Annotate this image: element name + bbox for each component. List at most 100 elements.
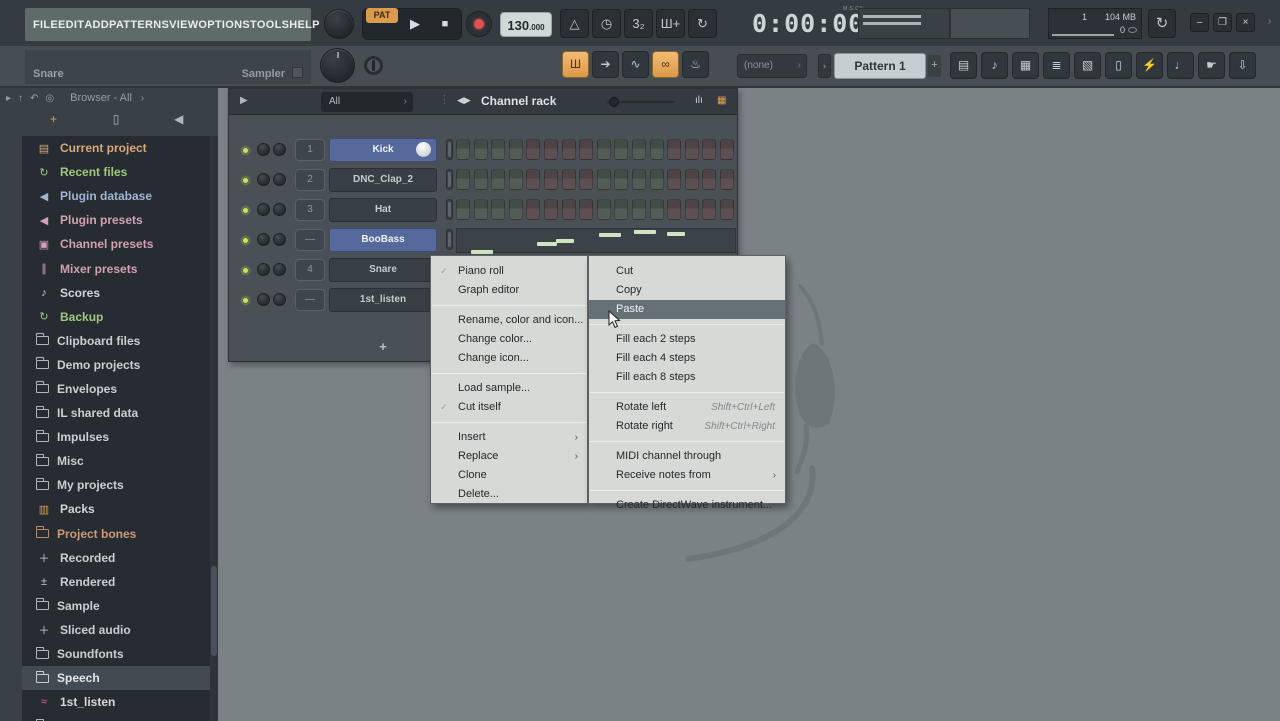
step-cell[interactable] xyxy=(544,169,558,190)
channel-name-button[interactable]: BooBass xyxy=(329,228,437,252)
step-cell[interactable] xyxy=(702,199,716,220)
browser-item-impulses[interactable]: Impulses xyxy=(22,425,210,449)
step-cell[interactable] xyxy=(685,199,699,220)
step-cell[interactable] xyxy=(509,199,523,220)
add-plus-icon[interactable]: + xyxy=(22,112,85,134)
file-icon[interactable]: ▯ xyxy=(85,112,148,134)
steps-menu-item-midi-channel-through[interactable]: MIDI channel through xyxy=(589,447,785,466)
step-cell[interactable] xyxy=(650,199,664,220)
browser-item-rendered[interactable]: ±Rendered xyxy=(22,570,210,594)
pattern-selector[interactable]: Pattern 1 xyxy=(834,53,926,79)
touch-controller-button[interactable]: ☛ xyxy=(1198,52,1225,79)
channel-rack-button[interactable]: ▦ xyxy=(1012,52,1039,79)
volume-knob[interactable] xyxy=(273,203,286,216)
channel-name-button[interactable]: DNC_Clap_2 xyxy=(329,168,437,192)
pan-knob[interactable] xyxy=(257,143,270,156)
browser-scrollbar[interactable] xyxy=(210,136,218,721)
browser-item-packs[interactable]: ▥Packs xyxy=(22,497,210,521)
channel-menu-item-replace[interactable]: Replace› xyxy=(431,447,587,466)
step-cell[interactable] xyxy=(491,139,505,160)
browser-item-recent-files[interactable]: ↻Recent files xyxy=(22,160,210,184)
mute-led[interactable] xyxy=(242,237,249,244)
pattern-add-button[interactable]: + xyxy=(928,55,941,77)
pattern-picker-arrow[interactable]: › xyxy=(818,54,831,78)
steps-menu-item-rotate-right[interactable]: Rotate rightShift+Ctrl+Right xyxy=(589,417,785,436)
step-cell[interactable] xyxy=(667,139,681,160)
menu-item-tools[interactable]: TOOLS xyxy=(250,19,289,31)
step-cell[interactable] xyxy=(597,199,611,220)
menu-item-patterns[interactable]: PATTERNS xyxy=(109,19,169,31)
volume-knob[interactable] xyxy=(273,173,286,186)
step-cell[interactable] xyxy=(614,199,628,220)
step-cell[interactable] xyxy=(456,199,470,220)
channel-number[interactable]: 4 xyxy=(295,259,325,281)
step-cell[interactable] xyxy=(614,169,628,190)
step-cell[interactable] xyxy=(456,169,470,190)
step-cell[interactable] xyxy=(526,169,540,190)
browser-item-sliced-audio[interactable]: ＋Sliced audio xyxy=(22,618,210,642)
play-button[interactable]: ▶ xyxy=(400,10,430,38)
steps-menu-item-paste[interactable]: Paste xyxy=(589,300,785,319)
step-cell[interactable] xyxy=(720,139,734,160)
channel-rack-header[interactable]: ▶ All› ⋮ ◀▶ Channel rack ılı ▦ xyxy=(229,89,737,115)
tuner-button[interactable]: ♩ xyxy=(1167,52,1194,79)
mute-led[interactable] xyxy=(242,177,249,184)
channel-mini-fader[interactable] xyxy=(446,139,453,160)
step-cell[interactable] xyxy=(720,199,734,220)
steps-menu-item-fill-each-2-steps[interactable]: Fill each 2 steps xyxy=(589,330,785,349)
browser-item-scores[interactable]: ♪Scores xyxy=(22,281,210,305)
channel-menu-item-piano-roll[interactable]: Piano roll✓ xyxy=(431,262,587,281)
step-cell[interactable] xyxy=(562,139,576,160)
channel-name-button[interactable]: Snare xyxy=(329,258,437,282)
browser-item-envelopes[interactable]: Envelopes xyxy=(22,377,210,401)
channel-display-panel[interactable]: Snare Sampler xyxy=(25,50,311,84)
channel-name-button[interactable]: Kick··· xyxy=(329,138,437,162)
countdown-button[interactable]: 3₂ xyxy=(624,9,653,38)
steps-menu-item-fill-each-8-steps[interactable]: Fill each 8 steps xyxy=(589,368,785,387)
blend-recording-button[interactable]: Ш+ xyxy=(656,9,685,38)
menu-item-options[interactable]: OPTIONS xyxy=(198,19,250,31)
channel-name-button[interactable]: 1st_listen xyxy=(329,288,437,312)
project-info-button[interactable]: ▯ xyxy=(1105,52,1132,79)
export-button[interactable]: ⇩ xyxy=(1229,52,1256,79)
step-cell[interactable] xyxy=(526,139,540,160)
next-arrow-button[interactable]: ➔ xyxy=(592,51,619,78)
tempo-display[interactable]: 130.000 xyxy=(500,12,552,37)
pan-knob[interactable] xyxy=(257,263,270,276)
mute-led[interactable] xyxy=(242,207,249,214)
step-cell[interactable] xyxy=(474,139,488,160)
menu-item-file[interactable]: FILE xyxy=(33,19,58,31)
maximize-button[interactable]: ❐ xyxy=(1213,13,1232,32)
steps-menu-item-cut[interactable]: Cut xyxy=(589,262,785,281)
graph-editor-icon[interactable]: ılı xyxy=(695,95,703,106)
browser-item-clipboard-files[interactable]: Clipboard files xyxy=(22,329,210,353)
browser-item-speech[interactable]: Speech xyxy=(22,666,210,690)
channel-menu-item-clone[interactable]: Clone xyxy=(431,466,587,485)
browser-item-il-shared-data[interactable]: IL shared data xyxy=(22,401,210,425)
channel-menu-item-load-sample-[interactable]: Load sample... xyxy=(431,379,587,398)
volume-knob[interactable] xyxy=(273,293,286,306)
step-cell[interactable] xyxy=(562,199,576,220)
step-cell[interactable] xyxy=(456,139,470,160)
up-icon[interactable]: ↑ xyxy=(18,93,23,104)
step-cell[interactable] xyxy=(509,139,523,160)
step-cell[interactable] xyxy=(474,199,488,220)
loop-record-button[interactable]: ↻ xyxy=(688,9,717,38)
channel-mini-fader[interactable] xyxy=(446,229,453,250)
step-cell[interactable] xyxy=(632,199,646,220)
step-cell[interactable] xyxy=(720,169,734,190)
steps-menu-item-rotate-left[interactable]: Rotate leftShift+Ctrl+Left xyxy=(589,398,785,417)
step-grid-icon[interactable]: ▦ xyxy=(717,95,726,106)
browser-item-partial[interactable] xyxy=(22,714,210,721)
record-button[interactable] xyxy=(466,11,492,37)
step-cell[interactable] xyxy=(544,199,558,220)
channel-number[interactable]: 1 xyxy=(295,139,325,161)
step-cell[interactable] xyxy=(614,139,628,160)
main-volume-knob[interactable] xyxy=(324,9,354,39)
browser-item-mixer-presets[interactable]: ∥Mixer presets xyxy=(22,256,210,280)
back-icon[interactable]: ↶ xyxy=(30,93,38,104)
channel-number[interactable]: — xyxy=(295,289,325,311)
browser-item-demo-projects[interactable]: Demo projects xyxy=(22,353,210,377)
close-button[interactable]: × xyxy=(1236,13,1255,32)
step-cell[interactable] xyxy=(579,199,593,220)
